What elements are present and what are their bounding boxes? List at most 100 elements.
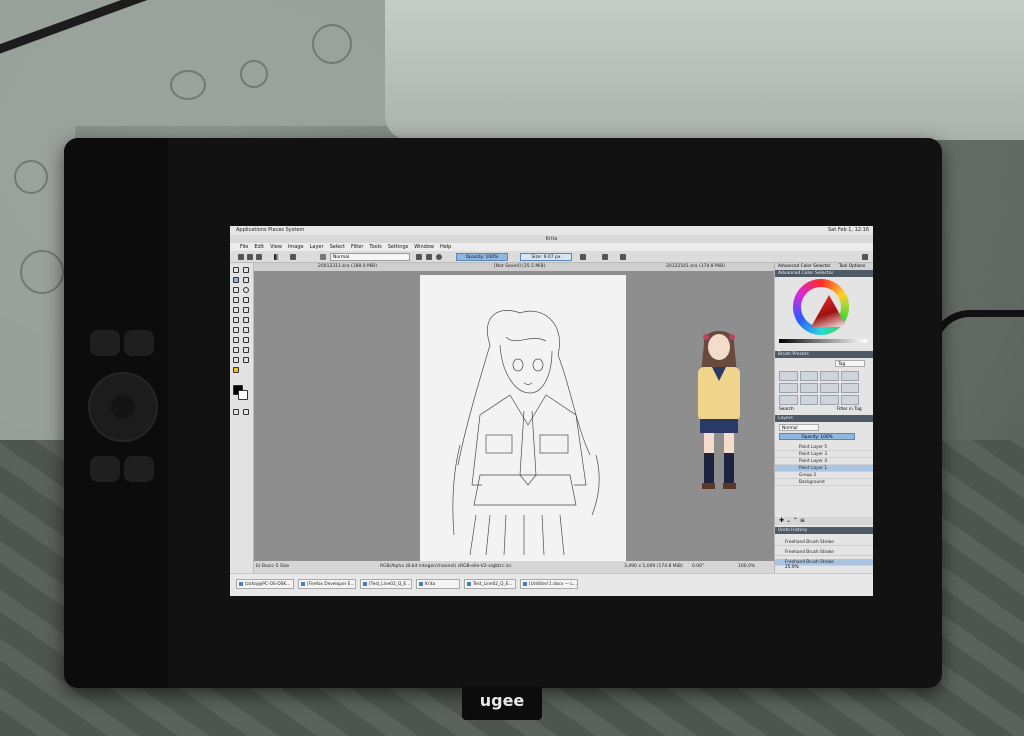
layer-row[interactable]: Paint Layer 5 <box>775 444 873 451</box>
menu-layer[interactable]: Layer <box>310 244 324 250</box>
status-zoom-secondary[interactable]: 25.0% <box>785 565 799 570</box>
mirror-icon[interactable] <box>580 254 586 260</box>
blend-mode-select[interactable]: Normal <box>330 253 410 261</box>
doc-tab-1[interactable]: 20012311.kra (188.0 MiB) <box>318 263 377 271</box>
layer-row[interactable]: Group 2 <box>775 472 873 479</box>
brush-tool-icon[interactable] <box>233 277 239 283</box>
layer-row[interactable]: Paint Layer 4 <box>775 458 873 465</box>
doc-tab-2[interactable]: [Not Saved] (35.5 MiB) <box>494 263 545 271</box>
system-menu[interactable]: Applications Places System <box>236 227 304 233</box>
status-zoom[interactable]: 100.0% <box>738 561 755 573</box>
taskbar-item[interactable]: Krita <box>416 579 460 589</box>
gradient-tool-icon[interactable] <box>243 317 249 323</box>
preset-tag-select[interactable]: Tag <box>835 360 865 367</box>
workspace-icon[interactable] <box>862 254 868 260</box>
menu-view[interactable]: View <box>270 244 282 250</box>
layer-row[interactable]: Paint Layer 3 <box>775 451 873 458</box>
layer-down-icon[interactable]: ⌄ <box>786 517 791 524</box>
zoom-tool-icon[interactable] <box>233 357 239 363</box>
crop-tool-icon[interactable] <box>233 317 239 323</box>
menu-help[interactable]: Help <box>440 244 451 250</box>
brush-preset[interactable] <box>779 371 798 381</box>
tab-color-selector[interactable]: Advanced Color Selector <box>778 263 831 270</box>
pattern-icon[interactable] <box>290 254 296 260</box>
layer-row[interactable]: Background <box>775 479 873 486</box>
lasso-tool-icon[interactable] <box>233 347 239 353</box>
control-dial[interactable] <box>88 372 158 442</box>
new-document-icon[interactable] <box>238 254 244 260</box>
color-wheel[interactable] <box>793 279 849 335</box>
alpha-lock-icon[interactable] <box>426 254 432 260</box>
play-icon[interactable] <box>602 254 608 260</box>
pan-tool-icon[interactable] <box>243 357 249 363</box>
history-item[interactable]: Freehand Brush Stroke <box>775 549 873 556</box>
layer-row-active[interactable]: Paint Layer 1 <box>775 465 873 472</box>
menu-tools[interactable]: Tools <box>369 244 381 250</box>
taskbar-item[interactable]: [Test_Line02_Q_E... <box>360 579 412 589</box>
swap-colors-icon[interactable] <box>243 409 249 415</box>
ellipse-tool-icon[interactable] <box>243 287 249 293</box>
fill-tool-icon[interactable] <box>233 327 239 333</box>
brush-preset[interactable] <box>799 383 818 393</box>
layer-menu-icon[interactable]: ≡ <box>800 517 805 524</box>
brush-preset[interactable] <box>840 395 859 405</box>
open-icon[interactable] <box>247 254 253 260</box>
move-tool-icon[interactable] <box>243 307 249 313</box>
brush-preset[interactable] <box>779 383 798 393</box>
brush-preset[interactable] <box>799 395 818 405</box>
hotkey-button[interactable] <box>90 330 120 356</box>
eraser-icon[interactable] <box>416 254 422 260</box>
taskbar-item[interactable]: [zahaj@PC-OS-DSK... <box>236 579 294 589</box>
brush-preset[interactable] <box>779 395 798 405</box>
add-layer-icon[interactable]: ✚ <box>779 517 784 524</box>
menu-window[interactable]: Window <box>414 244 434 250</box>
canvas-area[interactable] <box>254 271 774 563</box>
hotkey-button[interactable] <box>90 456 120 482</box>
color-triangle[interactable] <box>811 295 847 327</box>
wrap-icon[interactable] <box>620 254 626 260</box>
assistant-tool-icon[interactable] <box>233 337 239 343</box>
history-item[interactable]: Freehand Brush Stroke <box>775 539 873 546</box>
brush-preset[interactable] <box>820 383 839 393</box>
color-history-strip[interactable] <box>779 339 867 343</box>
opacity-slider[interactable]: Opacity: 100% <box>456 253 508 261</box>
brush-preset[interactable] <box>820 395 839 405</box>
dial-center[interactable] <box>111 395 135 419</box>
taskbar-item[interactable]: Test_Line02_Q_E... <box>464 579 516 589</box>
hotkey-button[interactable] <box>124 330 154 356</box>
polygon-tool-icon[interactable] <box>233 297 239 303</box>
highlight-tool-icon[interactable] <box>233 367 239 373</box>
drawing-canvas[interactable] <box>420 275 626 563</box>
magic-wand-tool-icon[interactable] <box>243 347 249 353</box>
select-tool-icon[interactable] <box>233 267 239 273</box>
taskbar-item[interactable]: [Untitled 1.docx — L... <box>520 579 578 589</box>
eyedropper-tool-icon[interactable] <box>243 327 249 333</box>
menu-settings[interactable]: Settings <box>388 244 409 250</box>
brush-preset[interactable] <box>820 371 839 381</box>
menu-filter[interactable]: Filter <box>351 244 363 250</box>
doc-tab-3[interactable]: 20122541.kra (174.8 MiB) <box>666 263 725 271</box>
menu-file[interactable]: File <box>240 244 248 250</box>
reload-icon[interactable] <box>436 254 442 260</box>
text-tool-icon[interactable] <box>243 267 249 273</box>
measure-tool-icon[interactable] <box>243 337 249 343</box>
menu-select[interactable]: Select <box>330 244 345 250</box>
brush-preset[interactable] <box>840 383 859 393</box>
filter-in-tag-label[interactable]: Filter in Tag <box>837 407 862 412</box>
rect-tool-icon[interactable] <box>233 287 239 293</box>
path-tool-icon[interactable] <box>243 297 249 303</box>
brush-preset-icon[interactable] <box>320 254 326 260</box>
reset-colors-icon[interactable] <box>233 409 239 415</box>
hotkey-button[interactable] <box>124 456 154 482</box>
background-color-swatch[interactable] <box>238 390 248 400</box>
menu-image[interactable]: Image <box>288 244 304 250</box>
tab-tool-options[interactable]: Tool Options <box>839 263 865 270</box>
size-slider[interactable]: Size: 9.07 px <box>520 253 572 261</box>
brush-preset[interactable] <box>799 371 818 381</box>
transform-tool-icon[interactable] <box>233 307 239 313</box>
layer-up-icon[interactable]: ⌃ <box>793 517 798 524</box>
save-icon[interactable] <box>256 254 262 260</box>
layer-blend-select[interactable]: Normal <box>779 424 819 431</box>
menu-edit[interactable]: Edit <box>254 244 264 250</box>
gradient-icon[interactable] <box>274 254 280 260</box>
